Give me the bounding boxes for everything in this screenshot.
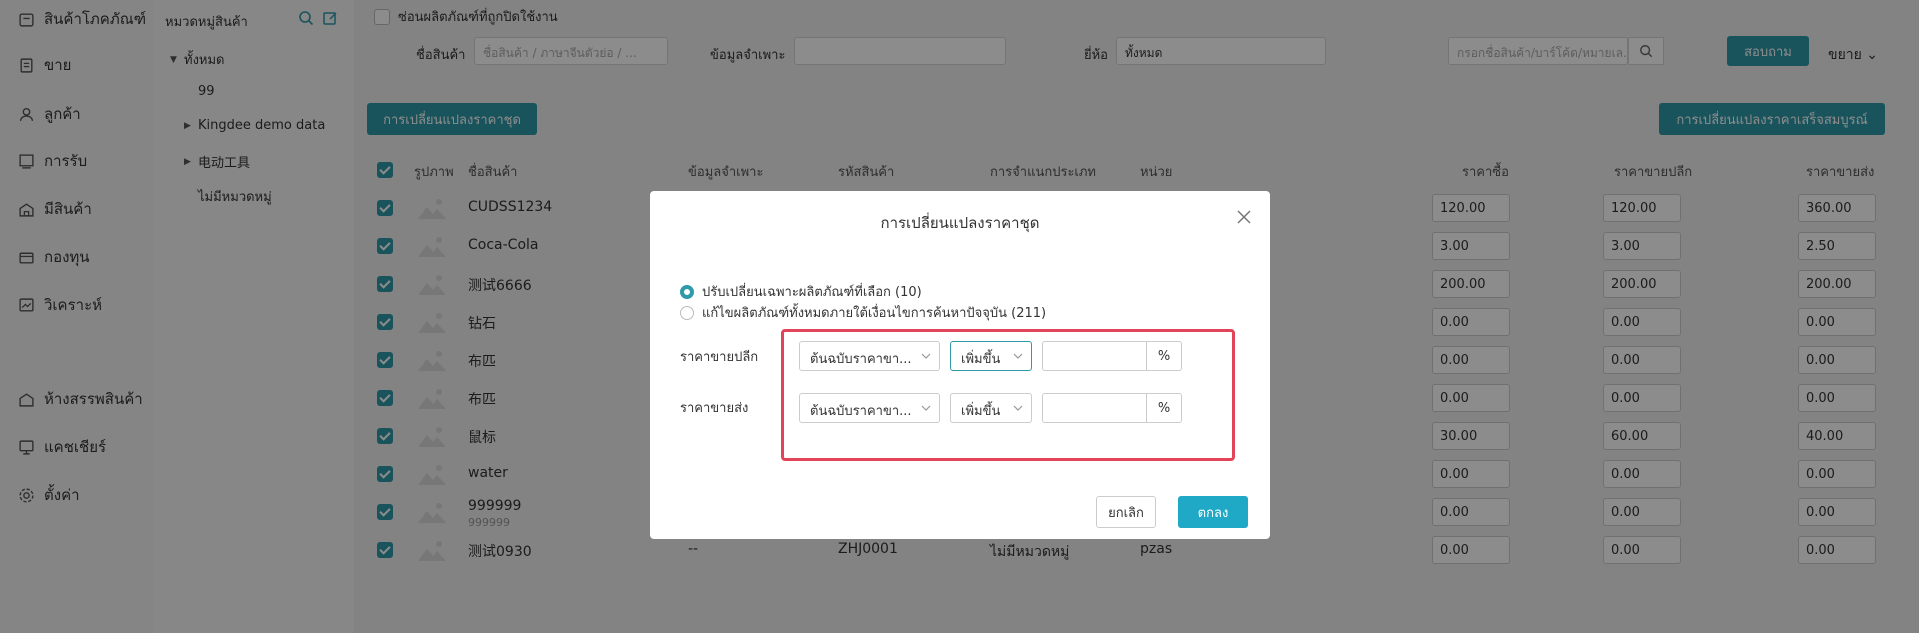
select-value: ต้นฉบับราคาขา...	[810, 404, 912, 419]
select-value: เพิ่มขึ้น	[961, 352, 1001, 367]
option-selected-products[interactable]: ปรับเปลี่ยนเฉพาะผลิตภัณฑ์ที่เลือก (10)	[680, 281, 922, 302]
retail-base-select[interactable]: ต้นฉบับราคาขา...	[799, 341, 940, 371]
wholesale-base-select[interactable]: ต้นฉบับราคาขา...	[799, 393, 940, 423]
wholesale-price-label: ราคาขายส่ง	[680, 401, 749, 416]
batch-price-dialog: การเปลี่ยนแปลงราคาชุด ปรับเปลี่ยนเฉพาะผล…	[650, 191, 1270, 539]
ok-button[interactable]: ตกลง	[1178, 496, 1248, 528]
option-label: ปรับเปลี่ยนเฉพาะผลิตภัณฑ์ที่เลือก (10)	[702, 285, 922, 300]
select-value: ต้นฉบับราคาขา...	[810, 352, 912, 367]
chevron-down-icon	[921, 405, 931, 411]
retail-price-label: ราคาขายปลีก	[680, 350, 759, 365]
chevron-down-icon	[1013, 405, 1023, 411]
retail-op-select[interactable]: เพิ่มขึ้น	[950, 341, 1032, 371]
dialog-title: การเปลี่ยนแปลงราคาชุด	[880, 214, 1040, 232]
option-label: แก้ไขผลิตภัณฑ์ทั้งหมดภายใต้เงื่อนไขการค้…	[702, 306, 1047, 321]
cancel-button[interactable]: ยกเลิก	[1096, 496, 1156, 528]
chevron-down-icon	[1013, 353, 1023, 359]
chevron-down-icon	[921, 353, 931, 359]
retail-percent-input[interactable]: %	[1042, 341, 1182, 371]
percent-suffix: %	[1146, 394, 1181, 422]
radio-unselected-icon	[680, 305, 694, 320]
wholesale-op-select[interactable]: เพิ่มขึ้น	[950, 393, 1032, 423]
option-all-products[interactable]: แก้ไขผลิตภัณฑ์ทั้งหมดภายใต้เงื่อนไขการค้…	[680, 302, 1046, 323]
radio-selected-icon	[680, 284, 694, 299]
percent-suffix: %	[1146, 342, 1181, 370]
wholesale-percent-input[interactable]: %	[1042, 393, 1182, 423]
close-icon[interactable]	[1236, 209, 1252, 225]
select-value: เพิ่มขึ้น	[961, 404, 1001, 419]
